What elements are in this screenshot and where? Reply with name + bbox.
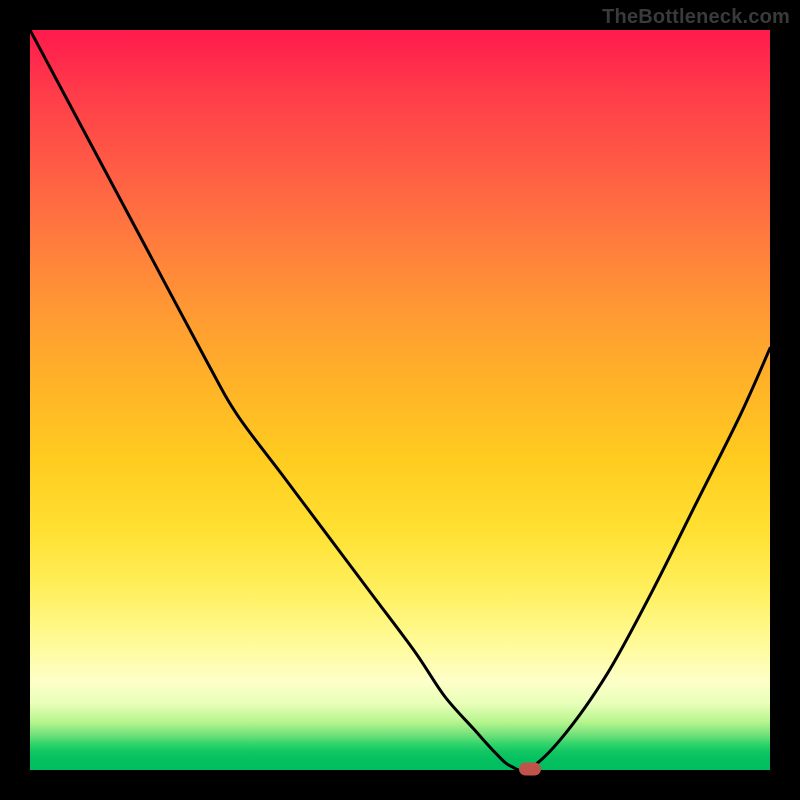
plot-area	[30, 30, 770, 770]
curve-svg	[30, 30, 770, 770]
bottleneck-curve	[30, 30, 770, 770]
watermark-text: TheBottleneck.com	[602, 6, 790, 29]
chart-frame: TheBottleneck.com	[0, 0, 800, 800]
minimum-marker	[519, 762, 541, 775]
